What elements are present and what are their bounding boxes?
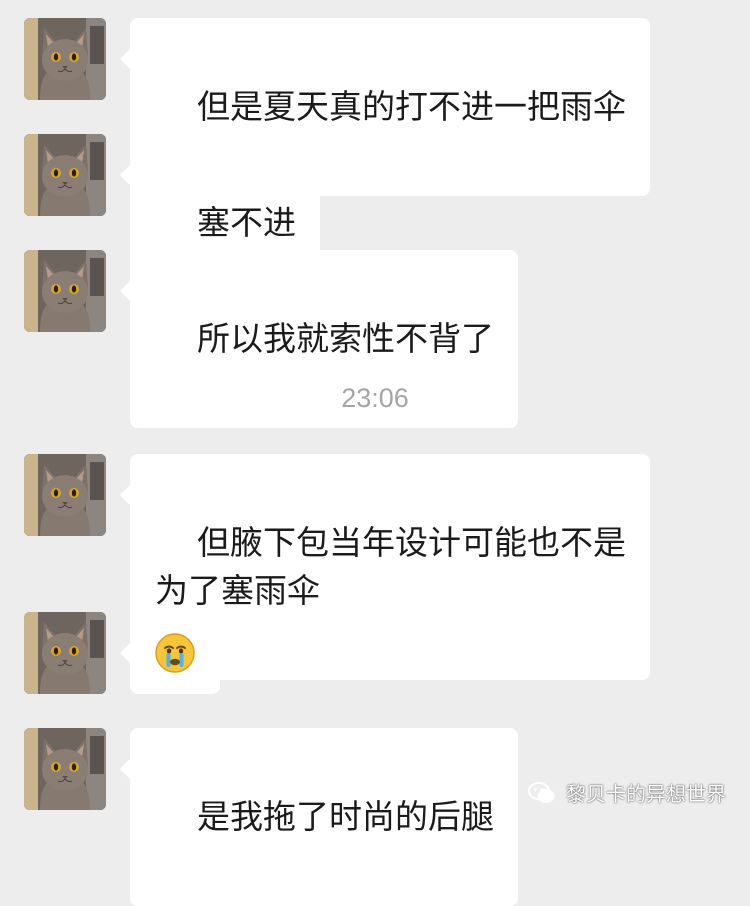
- watermark-text: 黎贝卡的异想世界: [566, 782, 726, 806]
- message-text: 塞不进: [196, 203, 296, 242]
- cat-avatar-icon: [24, 250, 106, 332]
- cat-avatar-icon: [24, 612, 106, 694]
- cat-avatar-icon: [24, 454, 106, 536]
- message-row: [24, 612, 220, 694]
- cat-avatar-icon: [24, 728, 106, 810]
- cat-avatar-icon: [24, 18, 106, 100]
- message-text: 是我拖了时尚的后腿: [196, 797, 494, 836]
- message-row: 是我拖了时尚的后腿: [24, 728, 518, 906]
- avatar[interactable]: [24, 728, 106, 810]
- message-text: 但是夏天真的打不进一把雨伞: [196, 87, 626, 126]
- message-bubble[interactable]: 是我拖了时尚的后腿: [120, 728, 518, 906]
- avatar[interactable]: [24, 250, 106, 332]
- cat-avatar-icon: [24, 134, 106, 216]
- watermark: 黎贝卡的异想世界: [528, 778, 726, 807]
- avatar[interactable]: [24, 454, 106, 536]
- avatar[interactable]: [24, 612, 106, 694]
- message-text: 所以我就索性不背了: [196, 319, 494, 358]
- chat-screen: { "messages": [ {"text": "但是夏天真的打不进一把雨伞"…: [0, 0, 750, 906]
- message-text: 但腋下包当年设计可能也不是 为了塞雨伞: [155, 523, 626, 610]
- crying-face-icon: [155, 633, 195, 673]
- avatar[interactable]: [24, 18, 106, 100]
- timestamp: 23:06: [341, 383, 409, 413]
- emoji-message-bubble[interactable]: [120, 612, 220, 694]
- wechat-icon: [528, 781, 556, 805]
- avatar[interactable]: [24, 134, 106, 216]
